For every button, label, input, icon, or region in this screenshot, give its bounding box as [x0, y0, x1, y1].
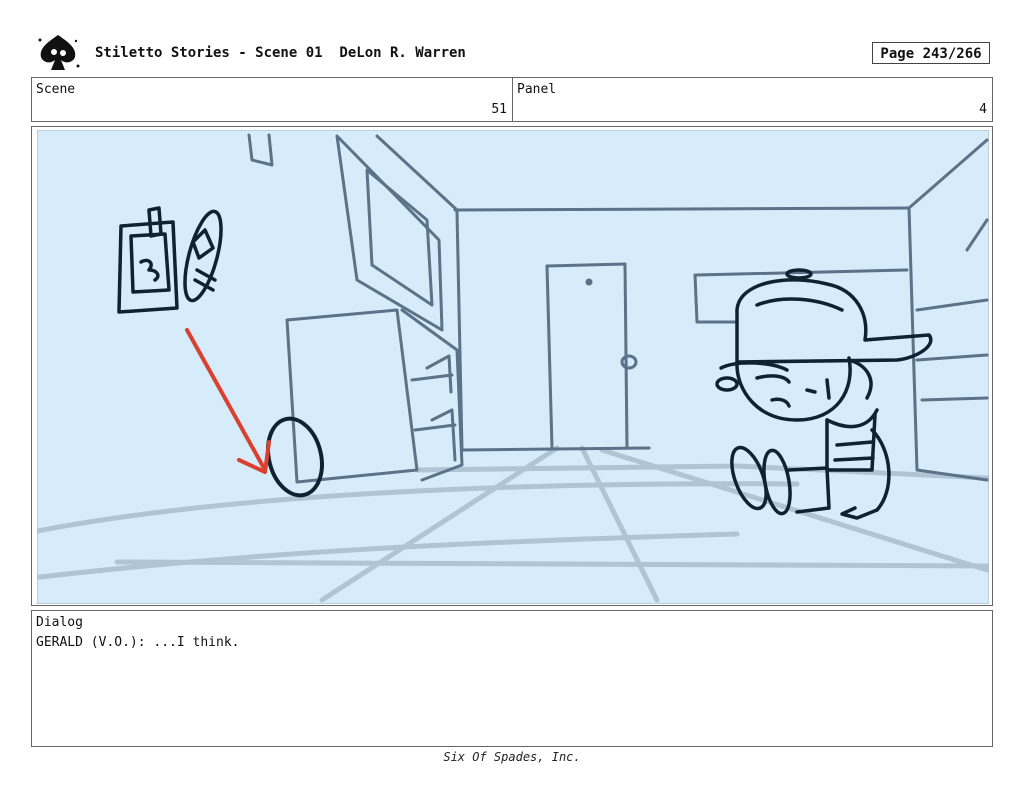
panel-cell: Panel 4 — [513, 78, 992, 121]
scene-panel-info: Scene 51 Panel 4 — [31, 77, 993, 122]
dialog-box: Dialog GERALD (V.O.): ...I think. — [31, 610, 993, 747]
panel-value: 4 — [979, 102, 987, 117]
document-title: Stiletto Stories - Scene 01 DeLon R. War… — [95, 45, 466, 61]
dialog-label: Dialog — [36, 615, 83, 630]
dialog-text: GERALD (V.O.): ...I think. — [36, 635, 240, 650]
panel-label: Panel — [517, 82, 557, 97]
scene-cell: Scene 51 — [32, 78, 513, 121]
spade-logo-icon — [34, 32, 82, 74]
scene-value: 51 — [491, 102, 507, 117]
storyboard-panel — [31, 126, 993, 606]
page-number: Page 243/266 — [872, 42, 990, 64]
footer-credit: Six Of Spades, Inc. — [443, 750, 581, 764]
scene-label: Scene — [36, 82, 76, 97]
storyboard-sketch — [37, 130, 989, 604]
